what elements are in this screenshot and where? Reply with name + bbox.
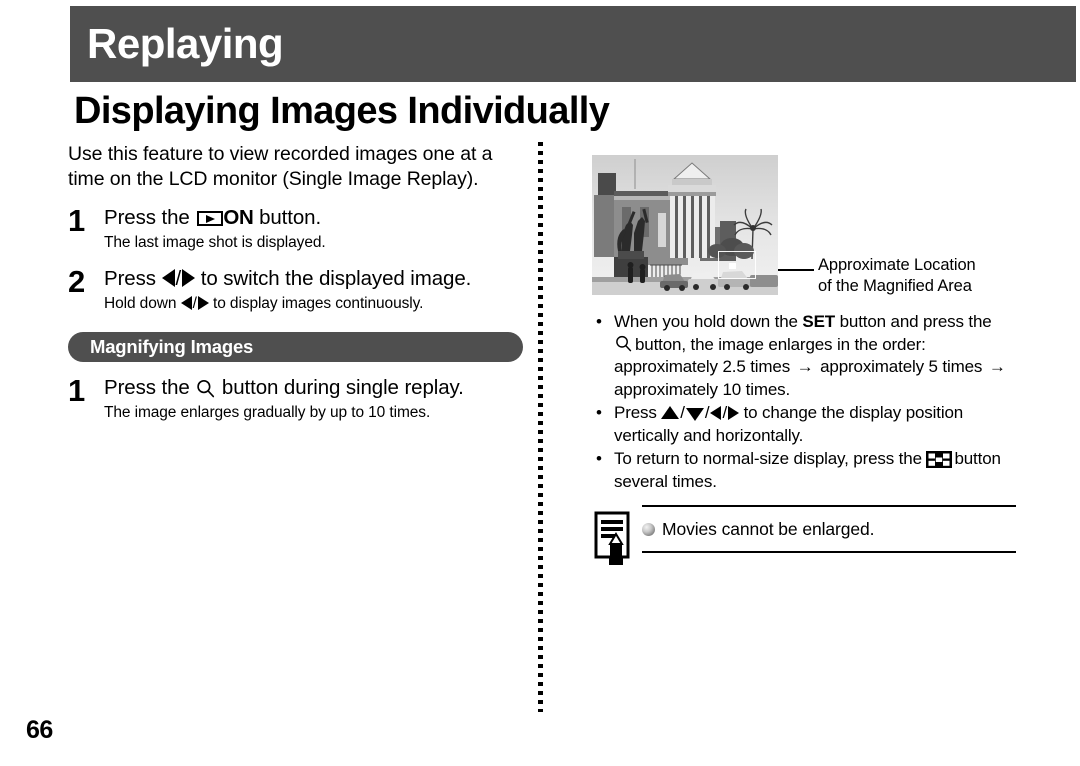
chapter-header-band: Replaying (70, 6, 1076, 82)
step-1-text-before: Press the (104, 206, 190, 229)
down-arrow-icon (685, 408, 704, 421)
bullet-1-part-2: button and press the (839, 312, 992, 331)
bullet-list: • When you hold down the SET button and … (592, 311, 1016, 493)
icon-separator: / (704, 403, 710, 422)
step-2-note-after: to display images continuously. (213, 295, 424, 312)
bullet-2-part-1: Press (614, 403, 657, 422)
bullet-text: Press / / / to change the display position… (614, 402, 1016, 447)
magnify-step-note: The image enlarges gradually by up to 10… (104, 404, 431, 421)
note-bottom-rule (642, 551, 1016, 553)
right-arrow-icon (728, 406, 740, 420)
step-1-instruction: Press the ON button. (104, 205, 530, 231)
bullet-marker: • (596, 403, 602, 422)
callout-leader-line (778, 269, 814, 271)
magnify-step-text-after: button during single replay. (221, 376, 464, 399)
page-title: Displaying Images Individually (74, 90, 610, 132)
subsection-banner-magnifying-images: Magnifying Images (68, 332, 523, 362)
step-2: 2 Press / to switch the displayed image.… (68, 266, 530, 314)
callout-label: Approximate Location of the Magnified Ar… (818, 255, 1016, 297)
arrow-right-glyph: → (988, 357, 1006, 376)
magnify-step-1: 1 Press the button during single replay.… (68, 375, 530, 423)
icon-separator: / (680, 403, 685, 422)
arrow-right-glyph: → (796, 357, 814, 376)
right-arrow-icon (197, 296, 209, 310)
step-1: 1 Press the ON button. The last image sh… (68, 205, 530, 253)
bullet-item: • To return to normal-size display, pres… (592, 448, 1016, 493)
subsection-title: Magnifying Images (90, 336, 254, 357)
page-number: 66 (26, 716, 53, 744)
bullet-marker: • (596, 449, 602, 468)
step-2-note-before: Hold down (104, 295, 177, 312)
note-panel: Movies cannot be enlarged. (642, 505, 1016, 553)
bullet-item: • When you hold down the SET button and … (592, 311, 1016, 401)
callout-line-2: of the Magnified Area (818, 277, 972, 295)
manual-page: Replaying Displaying Images Individually… (0, 0, 1080, 766)
intro-paragraph: Use this feature to view recorded images… (68, 143, 493, 190)
bullet-marker: • (596, 312, 602, 331)
left-arrow-icon (710, 406, 722, 420)
memo-pencil-icon (592, 511, 636, 567)
icon-separator: / (175, 267, 182, 290)
playback-on-label: ON (223, 206, 254, 229)
left-arrow-icon (161, 269, 175, 287)
step-1-text-after: button. (259, 206, 322, 229)
note-text: Movies cannot be enlarged. (662, 519, 875, 539)
bullet-3-part-1: To return to normal-size display, press … (614, 449, 922, 468)
callout-line-1: Approximate Location (818, 256, 976, 274)
thumbnail-grid-button-icon (926, 451, 953, 468)
column-divider (538, 142, 543, 712)
set-button-label: SET (802, 312, 836, 331)
chapter-title: Replaying (87, 20, 284, 67)
step-number: 2 (68, 264, 86, 299)
bullet-1-part-4: approximately 5 times (820, 357, 983, 376)
sample-photo (592, 155, 778, 295)
magnified-area-marker (718, 251, 756, 279)
step-1-note: The last image shot is displayed. (104, 234, 326, 251)
magnifier-icon (615, 335, 634, 354)
step-2-instruction: Press / to switch the displayed image. (104, 266, 530, 292)
magnifier-icon (196, 379, 215, 398)
gray-sphere-bullet (642, 522, 655, 536)
photo-row: Approximate Location of the Magnified Ar… (592, 155, 1016, 297)
bullet-item: • Press / / / to change the display positi… (592, 402, 1016, 447)
note-content: Movies cannot be enlarged. (642, 507, 1016, 551)
step-2-text-after: to switch the displayed image. (200, 267, 472, 290)
note-box: Movies cannot be enlarged. (592, 505, 1016, 567)
icon-separator: / (722, 403, 728, 422)
right-column: Approximate Location of the Magnified Ar… (592, 155, 1016, 567)
callout: Approximate Location of the Magnified Ar… (778, 155, 1016, 297)
up-arrow-icon (661, 406, 680, 419)
right-arrow-icon (182, 269, 196, 287)
step-number: 1 (68, 203, 86, 238)
bullet-text: To return to normal-size display, press … (614, 448, 1016, 493)
step-2-text-before: Press (104, 267, 156, 290)
step-2-note: Hold down / to display images continuous… (104, 294, 530, 314)
magnify-step-text-before: Press the (104, 376, 190, 399)
left-arrow-icon (180, 296, 192, 310)
bullet-text: When you hold down the SET button and pr… (614, 311, 1016, 401)
playback-on-button-icon (197, 211, 224, 226)
bullet-1-part-1: When you hold down the (614, 312, 798, 331)
left-column: Use this feature to view recorded images… (68, 142, 530, 423)
step-number: 1 (68, 373, 86, 408)
bullet-1-part-5: approximately 10 times. (614, 379, 791, 399)
magnify-step-instruction: Press the button during single replay. (104, 375, 530, 401)
